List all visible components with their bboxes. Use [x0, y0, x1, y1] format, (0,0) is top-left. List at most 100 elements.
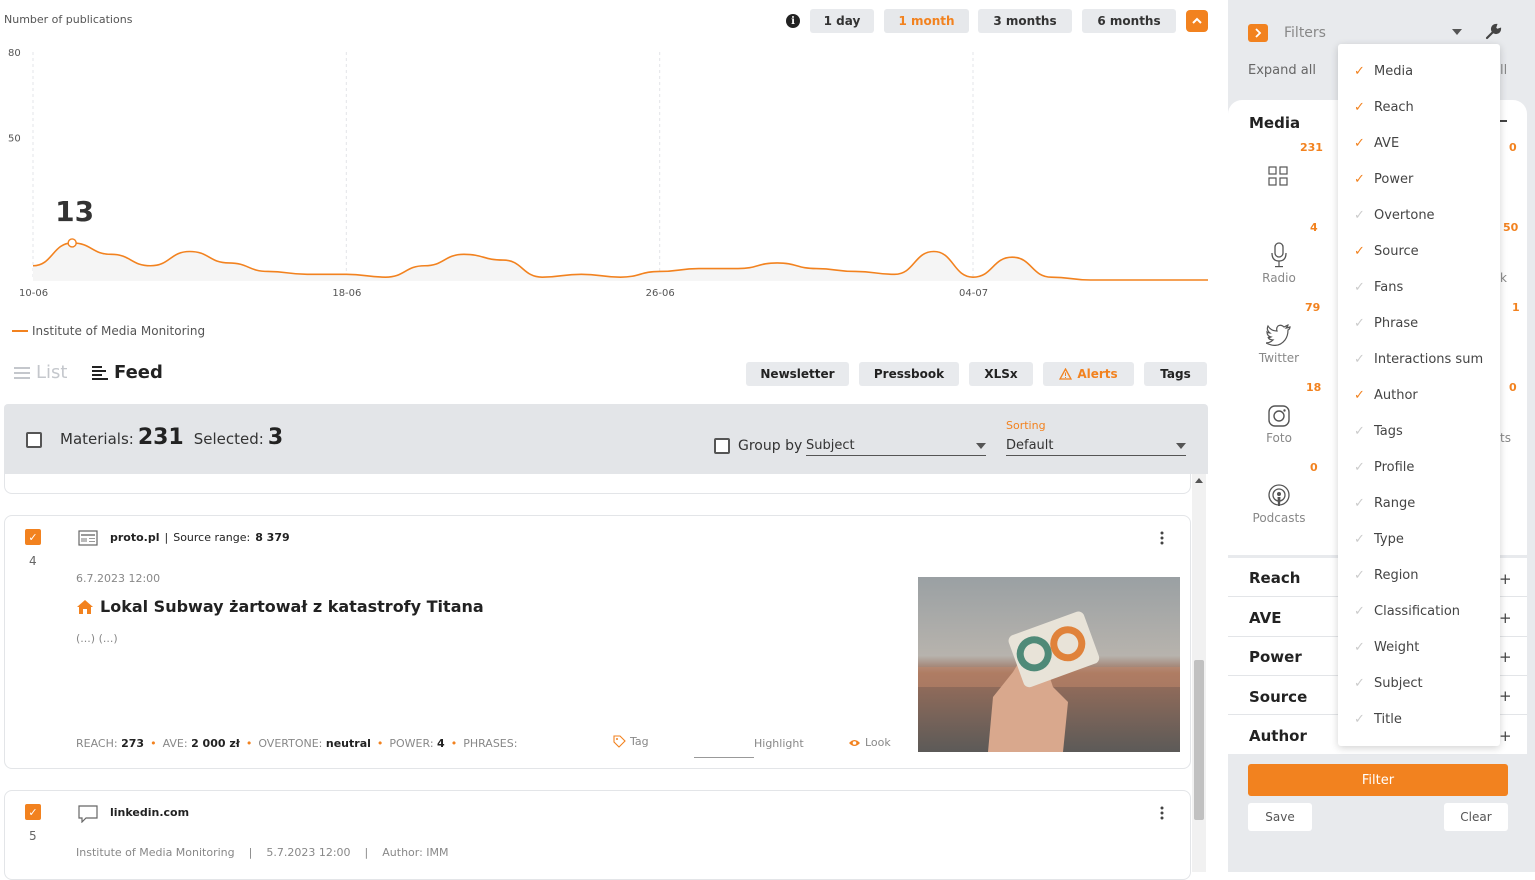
period-1-month-button[interactable]: 1 month [884, 9, 969, 33]
media-count-radio: 4 [1310, 221, 1318, 234]
more-vertical-icon [1160, 531, 1164, 545]
podcast-icon[interactable] [1267, 484, 1291, 508]
warning-icon [1059, 368, 1073, 380]
dropdown-item-title[interactable]: ✓ Title [1338, 701, 1500, 737]
reach-value: 273 [121, 737, 145, 750]
wrench-icon[interactable] [1484, 23, 1502, 41]
dropdown-item-label: Phrase [1374, 315, 1419, 331]
checkmark-icon: ✓ [1354, 135, 1365, 151]
alerts-button[interactable]: Alerts [1043, 362, 1134, 386]
media-section-title[interactable]: Media [1249, 114, 1300, 132]
filters-dropdown-toggle-icon[interactable] [1452, 29, 1462, 35]
article-source[interactable]: linkedin.com [110, 806, 189, 819]
article-checkbox[interactable]: ✓ [25, 529, 41, 545]
expand-plus-icon[interactable]: + [1499, 687, 1512, 705]
article-menu-button[interactable] [1158, 530, 1166, 549]
look-action[interactable]: Look [848, 736, 891, 749]
media-count-podcasts: 0 [1310, 461, 1318, 474]
instagram-icon[interactable] [1268, 405, 1290, 427]
dropdown-item-region[interactable]: ✓ Region [1338, 557, 1500, 593]
dropdown-item-power[interactable]: ✓ Power [1338, 161, 1500, 197]
dropdown-item-classification[interactable]: ✓ Classification [1338, 593, 1500, 629]
dropdown-item-profile[interactable]: ✓ Profile [1338, 449, 1500, 485]
media-count-right-1: 0 [1509, 141, 1517, 154]
article-thumbnail[interactable] [918, 577, 1180, 752]
filter-section-author[interactable]: Author [1249, 727, 1307, 745]
scrollbar-thumb[interactable] [1194, 660, 1204, 820]
dropdown-item-label: AVE [1374, 135, 1400, 151]
dropdown-item-range[interactable]: ✓ Range [1338, 485, 1500, 521]
dropdown-item-fans[interactable]: ✓ Fans [1338, 269, 1500, 305]
overtone-value: neutral [325, 737, 371, 750]
dropdown-item-ave[interactable]: ✓ AVE [1338, 125, 1500, 161]
dropdown-item-reach[interactable]: ✓ Reach [1338, 89, 1500, 125]
period-3-months-button[interactable]: 3 months [978, 9, 1072, 33]
clear-button[interactable]: Clear [1444, 803, 1508, 831]
tags-button[interactable]: Tags [1144, 362, 1207, 386]
period-1-day-button[interactable]: 1 day [810, 9, 874, 33]
dropdown-item-tags[interactable]: ✓ Tags [1338, 413, 1500, 449]
data-point[interactable] [67, 238, 77, 248]
ave-label: AVE: [162, 737, 188, 750]
newsletter-button[interactable]: Newsletter [746, 362, 849, 386]
dropdown-item-author[interactable]: ✓ Author [1338, 377, 1500, 413]
chart-y-axis-label: Number of publications [4, 13, 133, 26]
dropdown-item-subject[interactable]: ✓ Subject [1338, 665, 1500, 701]
collapse-all-link-fragment[interactable]: ll [1500, 63, 1507, 78]
sorting-select[interactable]: Default [1006, 436, 1186, 456]
power-value: 4 [437, 737, 445, 750]
xlsx-button[interactable]: XLSx [969, 362, 1033, 386]
expand-all-link[interactable]: Expand all [1248, 63, 1316, 78]
group-by-checkbox[interactable] [714, 438, 730, 454]
eye-icon [849, 739, 860, 746]
dropdown-item-label: Fans [1374, 279, 1404, 295]
filter-section-source[interactable]: Source [1249, 688, 1307, 706]
highlight-action[interactable]: Highlight [754, 737, 804, 750]
save-button[interactable]: Save [1248, 803, 1312, 831]
grid-icon[interactable] [1268, 166, 1289, 187]
collapse-filters-button[interactable] [1248, 24, 1268, 42]
expand-plus-icon[interactable]: + [1499, 570, 1512, 588]
select-all-checkbox[interactable] [26, 432, 42, 448]
phrases-label: PHRASES: [463, 737, 518, 750]
tag-action[interactable]: Tag [613, 735, 649, 748]
microphone-icon[interactable] [1269, 242, 1289, 268]
article-title-row[interactable]: Lokal Subway żartował z katastrofy Titan… [76, 597, 484, 616]
expand-plus-icon[interactable]: + [1499, 609, 1512, 627]
pressbook-button[interactable]: Pressbook [859, 362, 959, 386]
expand-plus-icon[interactable]: + [1499, 648, 1512, 666]
filter-button[interactable]: Filter [1248, 764, 1508, 796]
dropdown-item-interactions-sum[interactable]: ✓ Interactions sum [1338, 341, 1500, 377]
dropdown-item-label: Type [1374, 531, 1404, 547]
reach-label: REACH: [76, 737, 118, 750]
collapse-chart-button[interactable] [1186, 10, 1208, 32]
filter-section-power[interactable]: Power [1249, 648, 1302, 666]
list-view-toggle[interactable]: List [14, 362, 67, 383]
dropdown-item-overtone[interactable]: ✓ Overtone [1338, 197, 1500, 233]
article-source[interactable]: proto.pl [110, 531, 160, 544]
dropdown-item-source[interactable]: ✓ Source [1338, 233, 1500, 269]
checkmark-off-icon: ✓ [1354, 531, 1365, 547]
expand-plus-icon[interactable]: + [1499, 727, 1512, 745]
dropdown-item-phrase[interactable]: ✓ Phrase [1338, 305, 1500, 341]
dropdown-item-label: Profile [1374, 459, 1415, 475]
dropdown-item-media[interactable]: ✓ Media [1338, 53, 1500, 89]
feed-view-toggle[interactable]: Feed [92, 362, 163, 383]
materials-summary: Materials: 231 Selected: 3 [60, 425, 283, 450]
article-menu-button[interactable] [1158, 805, 1166, 824]
dropdown-item-type[interactable]: ✓ Type [1338, 521, 1500, 557]
info-icon[interactable]: i [786, 14, 800, 28]
chart-legend: Institute of Media Monitoring [12, 324, 205, 338]
article-checkbox[interactable]: ✓ [25, 804, 41, 820]
article-card[interactable] [4, 790, 1191, 880]
dropdown-item-label: Tags [1374, 423, 1403, 439]
twitter-icon[interactable] [1266, 324, 1292, 346]
group-by-select[interactable]: Subject [806, 436, 986, 456]
scroll-up-arrow-icon[interactable] [1195, 478, 1203, 483]
period-6-months-button[interactable]: 6 months [1082, 9, 1176, 33]
filter-section-reach[interactable]: Reach [1249, 569, 1300, 587]
tag-icon [613, 735, 626, 748]
dropdown-item-weight[interactable]: ✓ Weight [1338, 629, 1500, 665]
filter-section-ave[interactable]: AVE [1249, 609, 1281, 627]
checkmark-icon: ✓ [1354, 171, 1365, 187]
